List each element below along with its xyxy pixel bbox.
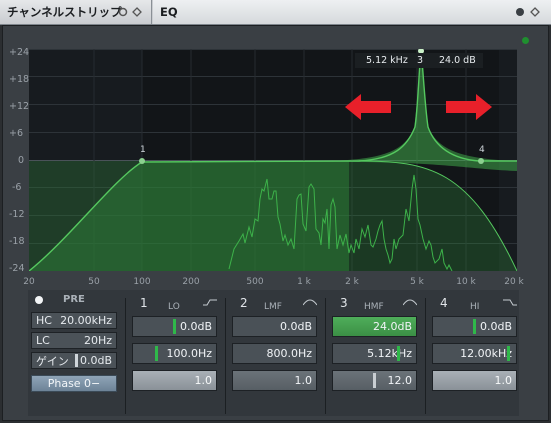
band-3-freq[interactable]: 5.12kHz [332, 343, 417, 364]
phase-button[interactable]: Phase 0− [31, 375, 117, 392]
band-1-number: 1 [140, 296, 148, 310]
band-4-gain-value: 0.0dB [479, 320, 512, 333]
band-4-number: 4 [440, 296, 448, 310]
band-divider [425, 298, 426, 414]
lc-label: LC [36, 334, 50, 347]
band-1-gain[interactable]: 0.0dB [132, 316, 217, 337]
x-tick: 100 [133, 277, 151, 287]
readout-gain: 24.0 dB [439, 55, 476, 66]
tab-eq[interactable]: EQ [153, 0, 551, 24]
x-tick: 20 k [504, 277, 524, 287]
band-divider [225, 298, 226, 414]
band-2-name: LMF [264, 302, 282, 312]
peak-icon[interactable] [303, 298, 317, 306]
band-1-freq[interactable]: 100.0Hz [132, 343, 217, 364]
hc-value: 20.00kHz [60, 314, 112, 327]
y-tick: +12 [9, 101, 30, 112]
band-2-gain-value: 0.0dB [279, 320, 312, 333]
x-tick: 20 [23, 277, 35, 287]
y-tick: -12 [9, 209, 25, 220]
arrow-right-icon [446, 94, 492, 120]
band-1-freq-value: 100.0Hz [166, 347, 212, 360]
band-4-gain[interactable]: 0.0dB [432, 316, 517, 337]
tab-eq-label: EQ [160, 5, 178, 19]
band-1-point[interactable] [139, 158, 145, 164]
gain-marker [74, 354, 78, 367]
gain-label: ゲイン [36, 354, 69, 368]
band-1-q[interactable]: 1.0 [132, 370, 217, 391]
gain-value: 0.0dB [79, 354, 112, 367]
y-tick: +6 [9, 128, 24, 139]
band-3-gain[interactable]: 24.0dB [332, 316, 417, 337]
status-led [522, 37, 529, 44]
band-2-freq[interactable]: 800.0Hz [232, 343, 317, 364]
band-4-label: 4 [479, 145, 485, 155]
band-3-name: HMF [364, 302, 384, 312]
readout-frequency: 5.12 kHz [366, 55, 408, 66]
x-tick: 2 k [345, 277, 359, 287]
band-3-q[interactable]: 12.0 [332, 370, 417, 391]
band-3-q-value: 12.0 [387, 374, 413, 387]
band-4-point[interactable] [478, 158, 484, 164]
band-1-name: LO [168, 302, 180, 312]
y-tick: +18 [9, 74, 30, 85]
tab-channel-strip[interactable]: チャンネルストリップ [0, 0, 152, 24]
circle-icon[interactable] [118, 7, 128, 17]
x-tick: 5 k [410, 277, 424, 287]
band-1-gain-value: 0.0dB [179, 320, 212, 333]
pre-toggle[interactable] [35, 296, 43, 304]
diamond-icon[interactable] [132, 7, 142, 17]
arrow-left-icon [345, 94, 391, 120]
hc-field[interactable]: HC 20.00kHz [31, 312, 117, 329]
y-tick: -24 [9, 263, 25, 274]
y-tick: +24 [9, 47, 30, 58]
band-1-q-value: 1.0 [194, 374, 213, 387]
lc-value: 20Hz [83, 334, 112, 347]
band-2-gain[interactable]: 0.0dB [232, 316, 317, 337]
band-4-q[interactable]: 1.0 [432, 370, 517, 391]
pre-label: PRE [63, 294, 85, 305]
eq-graph-svg [29, 49, 517, 271]
lc-field[interactable]: LC 20Hz [31, 332, 117, 349]
readout-band: 3 [417, 55, 424, 66]
high-shelf-icon[interactable] [503, 298, 517, 306]
band-4-freq-value: 12.00kHz [460, 347, 512, 360]
frequency-readout: 5.12 kHz 3 24.0 dB [355, 53, 483, 68]
band-divider [125, 298, 126, 414]
band-2-q-value: 1.0 [294, 374, 313, 387]
band-1-label: 1 [140, 145, 146, 155]
band-4-freq[interactable]: 12.00kHz [432, 343, 517, 364]
band-2-number: 2 [240, 296, 248, 310]
dot-icon[interactable] [515, 7, 525, 17]
hc-label: HC [36, 314, 52, 327]
x-tick: 500 [246, 277, 264, 287]
band-divider [325, 298, 326, 414]
x-tick: 10 k [456, 277, 476, 287]
band-3-gain-value: 24.0dB [372, 320, 412, 333]
eq-graph[interactable] [29, 49, 517, 271]
x-tick: 50 [88, 277, 100, 287]
low-shelf-icon[interactable] [203, 298, 217, 306]
x-tick: 200 [182, 277, 200, 287]
diamond-icon[interactable] [530, 7, 540, 17]
band-3-number: 3 [340, 296, 348, 310]
peak-icon[interactable] [403, 298, 417, 306]
band-2-q[interactable]: 1.0 [232, 370, 317, 391]
tab-bar: チャンネルストリップ EQ [0, 0, 551, 25]
x-tick: 1 k [297, 277, 311, 287]
y-tick: -18 [9, 236, 25, 247]
band-3-freq-value: 5.12kHz [367, 347, 412, 360]
tab-channel-strip-label: チャンネルストリップ [7, 5, 122, 19]
band-2-freq-value: 800.0Hz [266, 347, 312, 360]
band-4-q-value: 1.0 [494, 374, 513, 387]
gain-field[interactable]: ゲイン 0.0dB [31, 352, 117, 369]
band-4-name: HI [470, 302, 480, 312]
